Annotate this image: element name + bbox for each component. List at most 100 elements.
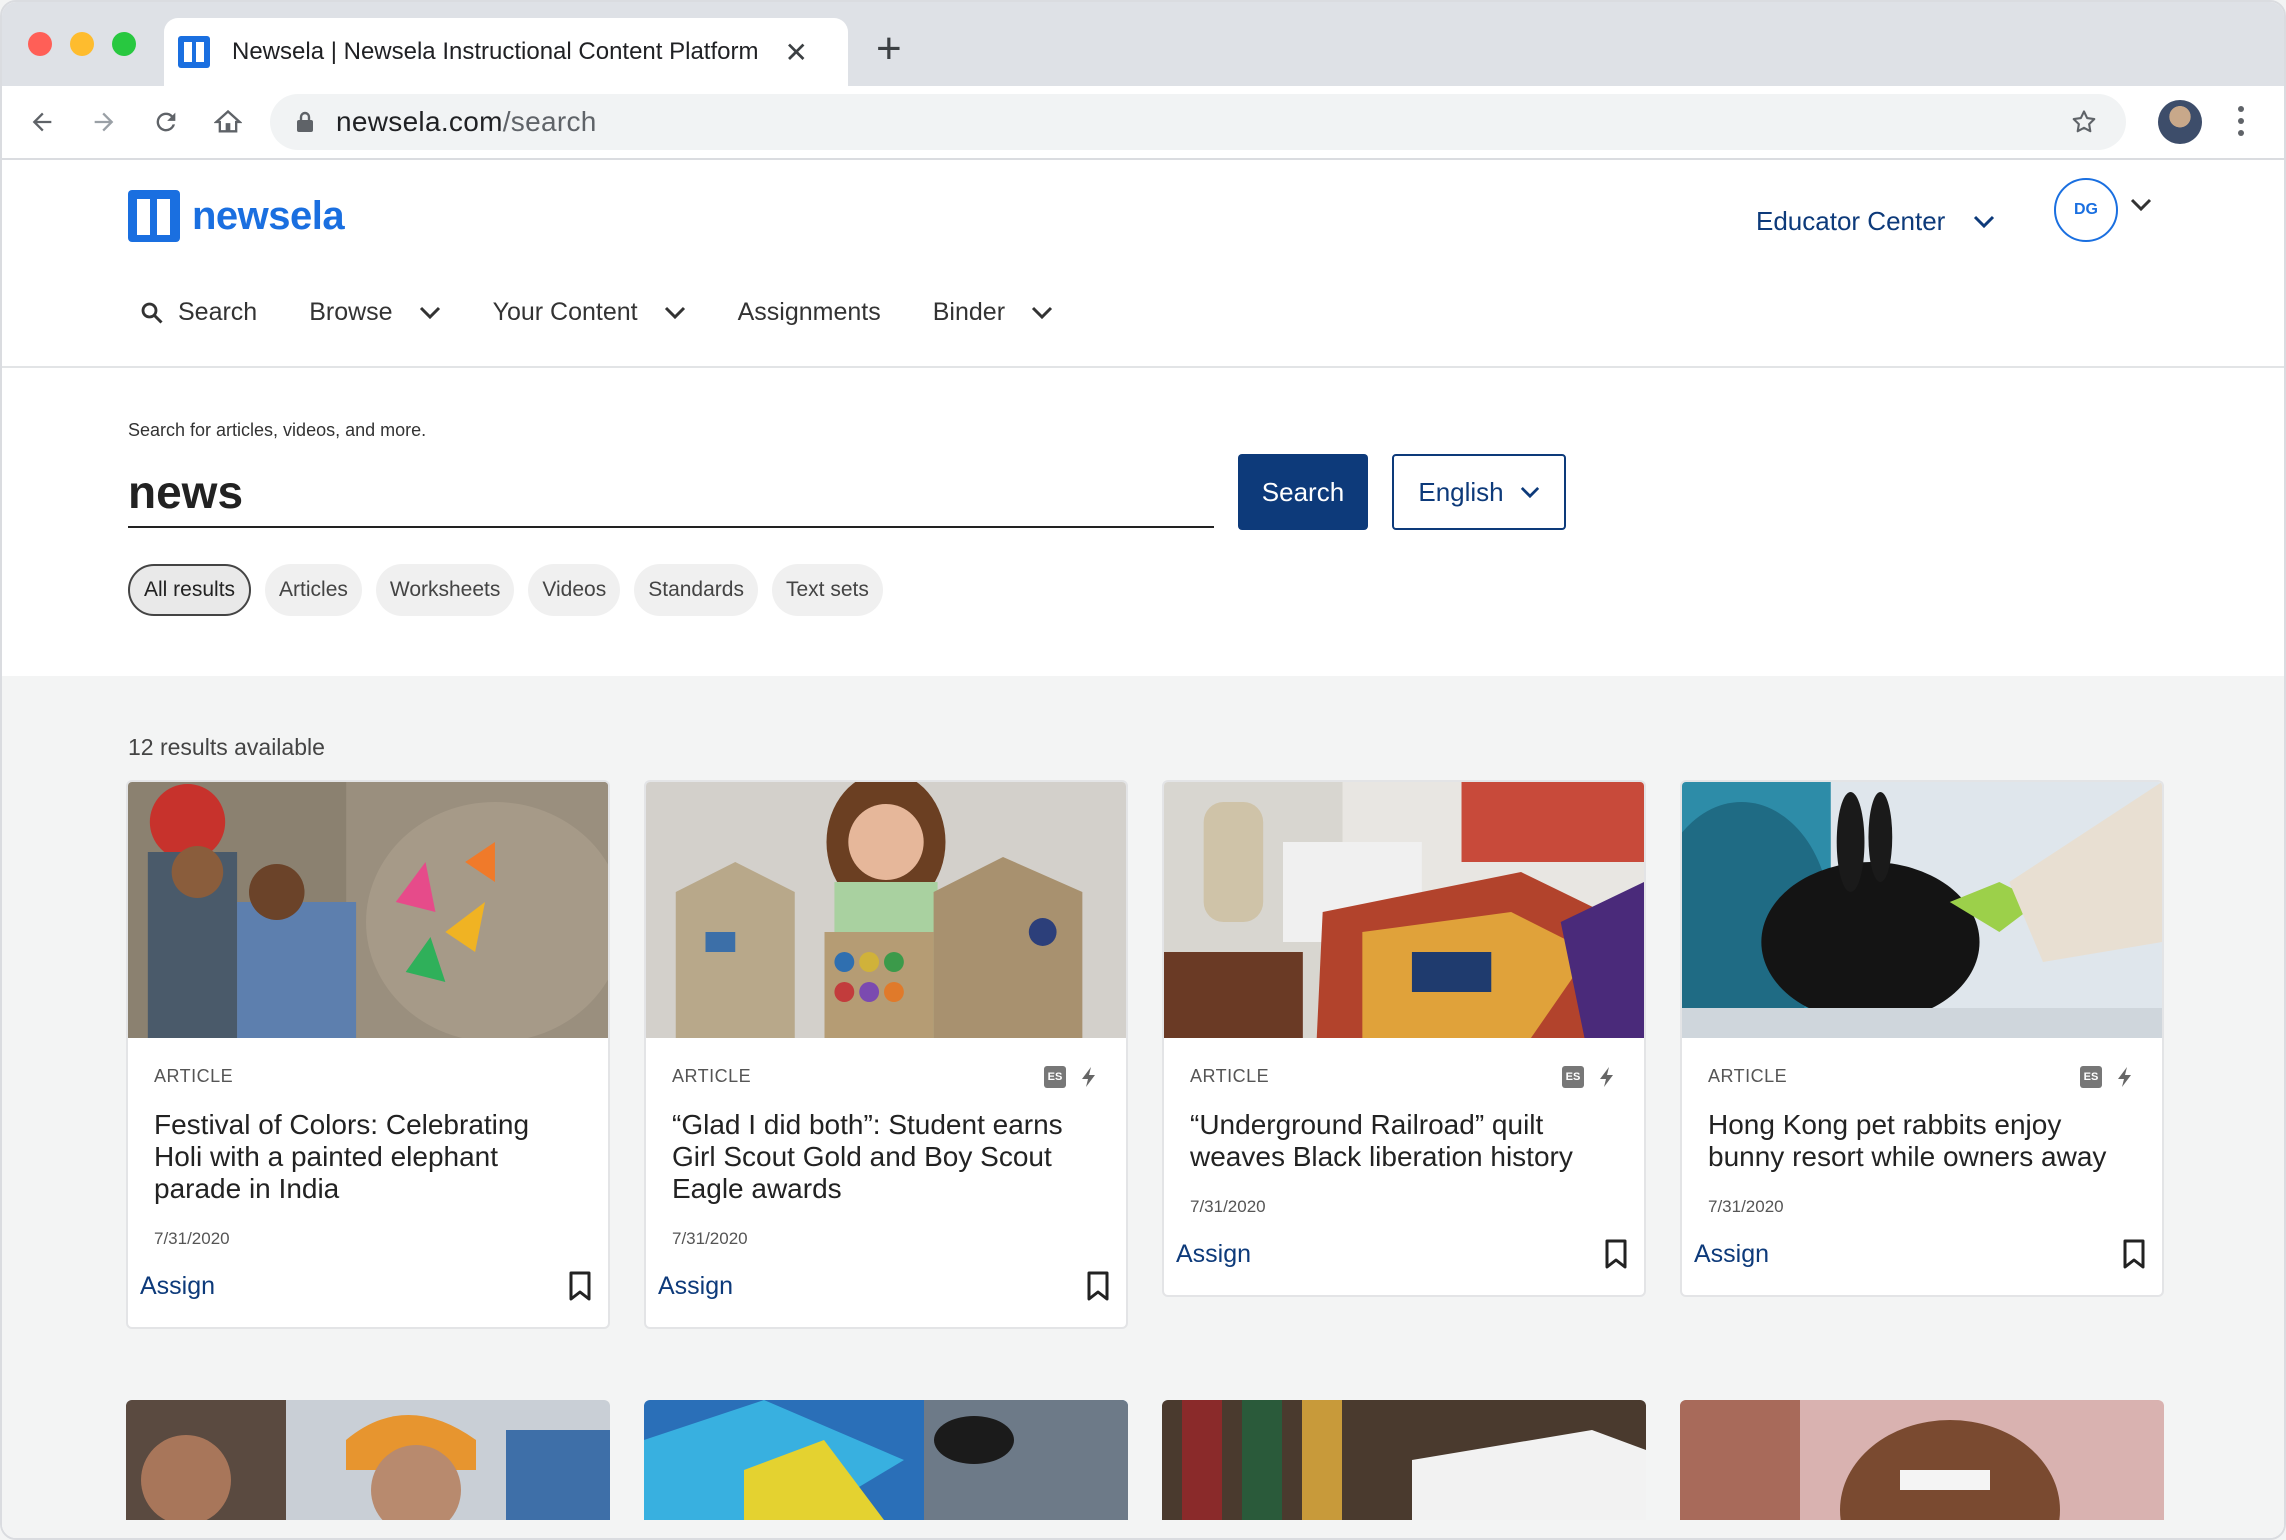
card-type: ARTICLE: [1190, 1066, 1270, 1086]
card-body: ARTICLE ES “Glad I did both”: Student ea…: [646, 1038, 1126, 1249]
browser-window: Newsela | Newsela Instructional Content …: [0, 0, 2286, 1540]
chevron-down-icon: [1974, 215, 1995, 228]
newsela-logo[interactable]: newsela: [128, 190, 345, 242]
forward-arrow-icon[interactable]: [84, 102, 124, 142]
filter-chips: All results Articles Worksheets Videos S…: [128, 564, 883, 616]
chevron-down-icon: [1031, 306, 1053, 319]
nav-binder-label: Binder: [932, 298, 1006, 326]
newsela-favicon-icon: [178, 36, 210, 68]
card-title[interactable]: “Underground Railroad” quilt weaves Blac…: [1190, 1109, 1618, 1173]
lightning-icon: [1082, 1067, 1095, 1087]
article-thumbnail-rabbit: [1682, 782, 2162, 1038]
language-select[interactable]: English: [1392, 454, 1566, 530]
search-input[interactable]: [128, 458, 1214, 528]
search-hint: Search for articles, videos, and more.: [128, 420, 427, 440]
card-body: ARTICLE ES “Underground Railroad” quilt …: [1164, 1038, 1644, 1217]
card-date: 7/31/2020: [672, 1229, 748, 1248]
filter-worksheets[interactable]: Worksheets: [375, 564, 515, 616]
browser-profile-avatar[interactable]: [2158, 100, 2202, 144]
search-panel: Search for articles, videos, and more. S…: [2, 368, 2284, 676]
filter-text-sets[interactable]: Text sets: [771, 564, 883, 616]
card-type: ARTICLE: [672, 1066, 752, 1086]
card-badges: ES: [2080, 1066, 2134, 1088]
article-thumbnail-elephant: [128, 782, 608, 1038]
nav-browse[interactable]: Browse: [309, 298, 440, 327]
educator-center-menu[interactable]: Educator Center: [1756, 206, 1995, 237]
result-card[interactable]: ARTICLE ES “Glad I did both”: Student ea…: [644, 780, 1128, 1329]
assign-button[interactable]: Assign: [140, 1272, 215, 1301]
lock-icon: [297, 111, 313, 132]
bookmark-icon[interactable]: [2122, 1239, 2146, 1269]
result-card-peek[interactable]: [1162, 1400, 1646, 1520]
article-thumbnail-quilt: [1164, 782, 1644, 1038]
filter-standards[interactable]: Standards: [634, 564, 758, 616]
logo-text: newsela: [192, 193, 345, 238]
card-date: 7/31/2020: [1708, 1197, 1784, 1216]
tab-strip: Newsela | Newsela Instructional Content …: [2, 2, 2284, 86]
tab-close-icon[interactable]: ✕: [784, 36, 807, 69]
search-button[interactable]: Search: [1238, 454, 1368, 530]
lightning-icon: [2118, 1067, 2131, 1087]
chevron-down-icon: [1520, 486, 1539, 498]
lightning-icon: [1600, 1067, 1613, 1087]
tab-title: Newsela | Newsela Instructional Content …: [232, 38, 759, 65]
card-type: ARTICLE: [154, 1066, 234, 1086]
chevron-down-icon: [419, 306, 440, 319]
nav-browse-label: Browse: [309, 298, 393, 326]
spanish-available-badge: ES: [1562, 1066, 1584, 1088]
card-footer: Assign: [128, 1249, 608, 1327]
result-card-peek[interactable]: [644, 1400, 1128, 1520]
bookmark-icon[interactable]: [1086, 1271, 1110, 1301]
card-title[interactable]: “Glad I did both”: Student earns Girl Sc…: [672, 1109, 1100, 1205]
browser-toolbar: newsela.com/search: [2, 86, 2284, 160]
language-select-value: English: [1418, 476, 1504, 507]
nav-your-content[interactable]: Your Content: [493, 298, 686, 327]
user-avatar[interactable]: DG: [2054, 178, 2118, 242]
filter-articles[interactable]: Articles: [265, 564, 362, 616]
result-card[interactable]: ARTICLE ES “Underground Railroad” quilt …: [1162, 780, 1646, 1297]
user-menu-chevron-icon[interactable]: [2130, 198, 2152, 212]
close-window-button[interactable]: [28, 32, 52, 56]
home-icon[interactable]: [208, 102, 248, 142]
card-date: 7/31/2020: [1190, 1197, 1266, 1216]
result-card[interactable]: ARTICLE ES Hong Kong pet rabbits enjoy b…: [1680, 780, 2164, 1297]
address-bar[interactable]: newsela.com/search: [270, 94, 2126, 150]
card-date: 7/31/2020: [154, 1229, 230, 1248]
nav-binder[interactable]: Binder: [933, 298, 1053, 327]
newsela-logo-icon: [128, 190, 180, 242]
site-header: newsela Educator Center DG Search Browse…: [2, 160, 2284, 368]
educator-center-label: Educator Center: [1756, 206, 1946, 236]
card-title[interactable]: Festival of Colors: Celebrating Holi wit…: [154, 1109, 582, 1205]
assign-button[interactable]: Assign: [1176, 1240, 1251, 1269]
url-domain: newsela.com: [336, 106, 503, 137]
bookmark-star-icon[interactable]: [2070, 108, 2098, 136]
assign-button[interactable]: Assign: [1694, 1240, 1769, 1269]
maximize-window-button[interactable]: [112, 32, 136, 56]
browser-menu-icon[interactable]: [2238, 106, 2244, 136]
main-navigation: Search Browse Your Content Assignments B…: [140, 298, 1105, 327]
filter-videos[interactable]: Videos: [528, 564, 621, 616]
card-footer: Assign: [646, 1249, 1126, 1327]
assign-button[interactable]: Assign: [658, 1272, 733, 1301]
bookmark-icon[interactable]: [568, 1271, 592, 1301]
back-arrow-icon[interactable]: [22, 102, 62, 142]
browser-tab-active[interactable]: Newsela | Newsela Instructional Content …: [164, 18, 848, 86]
result-card-peek[interactable]: [1680, 1400, 2164, 1520]
reload-icon[interactable]: [146, 102, 186, 142]
card-title[interactable]: Hong Kong pet rabbits enjoy bunny resort…: [1708, 1109, 2136, 1173]
card-badges: ES: [1562, 1066, 1616, 1088]
card-body: ARTICLE Festival of Colors: Celebrating …: [128, 1038, 608, 1249]
card-footer: Assign: [1682, 1217, 2162, 1295]
article-thumbnail-scout: [646, 782, 1126, 1038]
result-card[interactable]: ARTICLE Festival of Colors: Celebrating …: [126, 780, 610, 1329]
filter-all-results[interactable]: All results: [128, 564, 252, 616]
card-type: ARTICLE: [1708, 1066, 1788, 1086]
result-card-peek[interactable]: [126, 1400, 610, 1520]
nav-search[interactable]: Search: [140, 298, 257, 327]
nav-assignments-label: Assignments: [737, 298, 881, 326]
chevron-down-icon: [664, 306, 685, 319]
bookmark-icon[interactable]: [1604, 1239, 1628, 1269]
nav-assignments[interactable]: Assignments: [738, 298, 881, 327]
new-tab-button[interactable]: +: [876, 24, 902, 74]
minimize-window-button[interactable]: [70, 32, 94, 56]
